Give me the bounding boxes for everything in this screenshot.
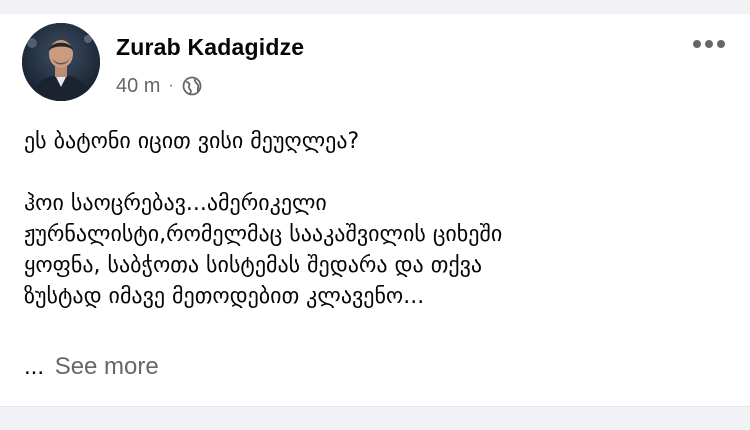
post-body: ეს ბატონი იცით ვისი მეუღლეა? ჰოი საოცრებ…: [24, 126, 729, 312]
meta-separator: ·: [168, 77, 174, 94]
post-card: Zurab Kadagidze 40 m · ეს ბატონი იცით ვი…: [0, 14, 750, 406]
more-options-icon[interactable]: [692, 36, 726, 48]
feed-divider-top: [0, 0, 750, 14]
post-text-line: ყოფნა, საბჭოთა სისტემას შედარა და თქვა: [24, 253, 483, 278]
feed-divider-bottom: [0, 406, 750, 430]
post-timestamp[interactable]: 40 m: [116, 75, 160, 98]
author-name[interactable]: Zurab Kadagidze: [116, 34, 304, 61]
author-avatar[interactable]: [22, 23, 100, 101]
truncation-ellipsis: ...: [24, 353, 45, 380]
avatar-photo: [22, 23, 100, 101]
post-text-blank-line: [24, 157, 729, 188]
post-text-line: ჟურნალისტი,რომელმაც სააკაშვილის ციხეში: [24, 222, 503, 247]
post-text-line: ჰოი საოცრებავ...ამერიკელი: [24, 191, 327, 216]
post-meta: 40 m ·: [116, 74, 202, 98]
globe-icon[interactable]: [182, 76, 202, 96]
post-text-line: ზუსტად იმავე მეთოდებით კლავენო...: [24, 284, 425, 309]
see-more-row: ... See more: [24, 350, 159, 384]
facebook-post-page: Zurab Kadagidze 40 m · ეს ბატონი იცით ვი…: [0, 0, 750, 430]
post-text-line: ეს ბატონი იცით ვისი მეუღლეა?: [24, 129, 360, 154]
see-more-link[interactable]: See more: [55, 353, 159, 380]
